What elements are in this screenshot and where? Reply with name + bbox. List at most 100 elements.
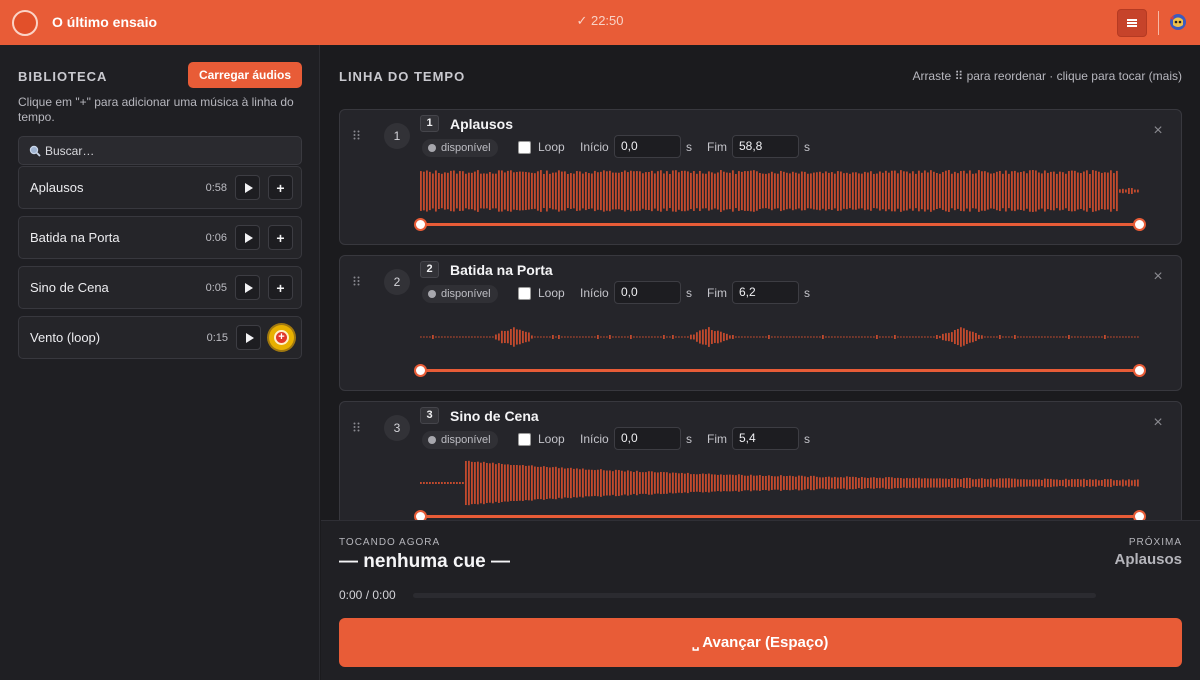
trim-start-handle[interactable] [414,364,427,377]
waveform-bar [1038,172,1040,210]
waveform-bar [1107,479,1109,487]
waveform-bar [825,336,827,338]
end-input[interactable]: 6,2 [732,281,799,304]
waveform-bar [630,471,632,495]
add-to-timeline-button[interactable]: + [268,175,293,200]
waveform-bar [618,336,620,338]
loop-checkbox[interactable] [518,287,531,300]
play-button[interactable] [235,225,260,250]
waveform[interactable] [420,166,1140,216]
waveform-bar [1053,171,1055,211]
play-button[interactable] [235,175,260,200]
waveform-bar [1008,336,1010,338]
waveform-bar [648,172,650,210]
loop-checkbox[interactable] [518,433,531,446]
waveform-bar [861,173,863,209]
waveform-bar [891,336,893,338]
waveform-bar [480,336,482,338]
trim-start-handle[interactable] [414,510,427,520]
waveform-bar [780,336,782,338]
start-input[interactable]: 0,0 [614,135,681,158]
waveform-bar [837,477,839,489]
timeline-panel: LINHA DO TEMPO Arraste ⠿ para reordenar … [321,45,1200,520]
trim-end-handle[interactable] [1133,218,1146,231]
waveform-bar [444,172,446,210]
waveform-bar [993,479,995,487]
waveform-bar [627,470,629,496]
library-item[interactable]: Vento (loop) 0:15 + [18,316,302,359]
waveform[interactable] [420,458,1140,508]
waveform-bar [450,336,452,338]
search-input[interactable] [45,143,285,158]
drag-handle-icon[interactable] [353,130,360,140]
library-item[interactable]: Batida na Porta 0:06 + [18,216,302,259]
waveform-bar [567,468,569,498]
waveform-bar [552,467,554,499]
start-input[interactable]: 0,0 [614,281,681,304]
drag-handle-icon[interactable] [353,422,360,432]
trim-range-slider[interactable] [414,218,1146,232]
waveform-bar [744,171,746,211]
end-input[interactable]: 5,4 [732,427,799,450]
waveform-bar [1086,336,1088,338]
trim-range-slider[interactable] [414,364,1146,378]
waveform-bar [690,474,692,492]
waveform-bar [1095,336,1097,338]
remove-cue-button[interactable]: × [1151,415,1165,431]
library-item[interactable]: Aplausos 0:58 + [18,166,302,209]
waveform-bar [435,482,437,484]
cue-card[interactable]: 3 3 Sino de Cena disponível Loop Início … [339,401,1182,520]
add-to-timeline-button[interactable]: + [268,275,293,300]
advance-button[interactable]: ⎵ Avançar (Espaço) [339,618,1182,667]
drag-handle-icon[interactable] [353,276,360,286]
waveform-bar [510,170,512,212]
trim-start-handle[interactable] [414,218,427,231]
play-button[interactable] [235,275,260,300]
waveform-bar [507,170,509,212]
loop-checkbox[interactable] [518,141,531,154]
trim-end-handle[interactable] [1133,510,1146,520]
waveform-bar [1125,336,1127,338]
waveform-bar [582,468,584,498]
waveform-bar [789,475,791,491]
cue-card[interactable]: 2 2 Batida na Porta disponível Loop Iníc… [339,255,1182,391]
add-to-timeline-button[interactable]: + [268,225,293,250]
waveform-bar [456,482,458,484]
add-to-timeline-button-highlighted[interactable]: + [269,325,294,350]
waveform-bar [591,173,593,209]
library-item[interactable]: Sino de Cena 0:05 + [18,266,302,309]
playback-progress[interactable] [413,593,1096,598]
waveform-bar [705,329,707,345]
trim-end-handle[interactable] [1133,364,1146,377]
waveform-bar [432,335,434,339]
cue-card[interactable]: 1 1 Aplausos disponível Loop Início 0,0 … [339,109,1182,245]
end-input[interactable]: 58,8 [732,135,799,158]
waveform-bar [795,172,797,210]
waveform-bar [510,465,512,501]
theme-toggle-icon[interactable] [1168,12,1188,32]
library-sidebar: BIBLIOTECA Carregar áudios Clique em "+"… [0,45,320,680]
remove-cue-button[interactable]: × [1151,123,1165,139]
waveform-bar [438,482,440,484]
start-label: Início [580,286,609,300]
play-button[interactable] [236,325,261,350]
waveform-bar [432,173,434,209]
start-input[interactable]: 0,0 [614,427,681,450]
waveform-bar [492,336,494,338]
waveform-bar [798,336,800,338]
waveform-bar [561,171,563,211]
search-box[interactable] [18,136,302,165]
load-audio-button[interactable]: Carregar áudios [188,62,302,88]
menu-button[interactable] [1117,9,1147,37]
waveform-bar [612,336,614,338]
waveform-bar [570,336,572,338]
waveform-bar [534,466,536,500]
waveform-bar [489,172,491,210]
remove-cue-button[interactable]: × [1151,269,1165,285]
loop-label: Loop [538,140,565,154]
trim-range-slider[interactable] [414,510,1146,520]
waveform-bar [810,475,812,491]
waveform-bar [657,336,659,338]
waveform[interactable] [420,312,1140,362]
waveform-bar [1017,336,1019,338]
